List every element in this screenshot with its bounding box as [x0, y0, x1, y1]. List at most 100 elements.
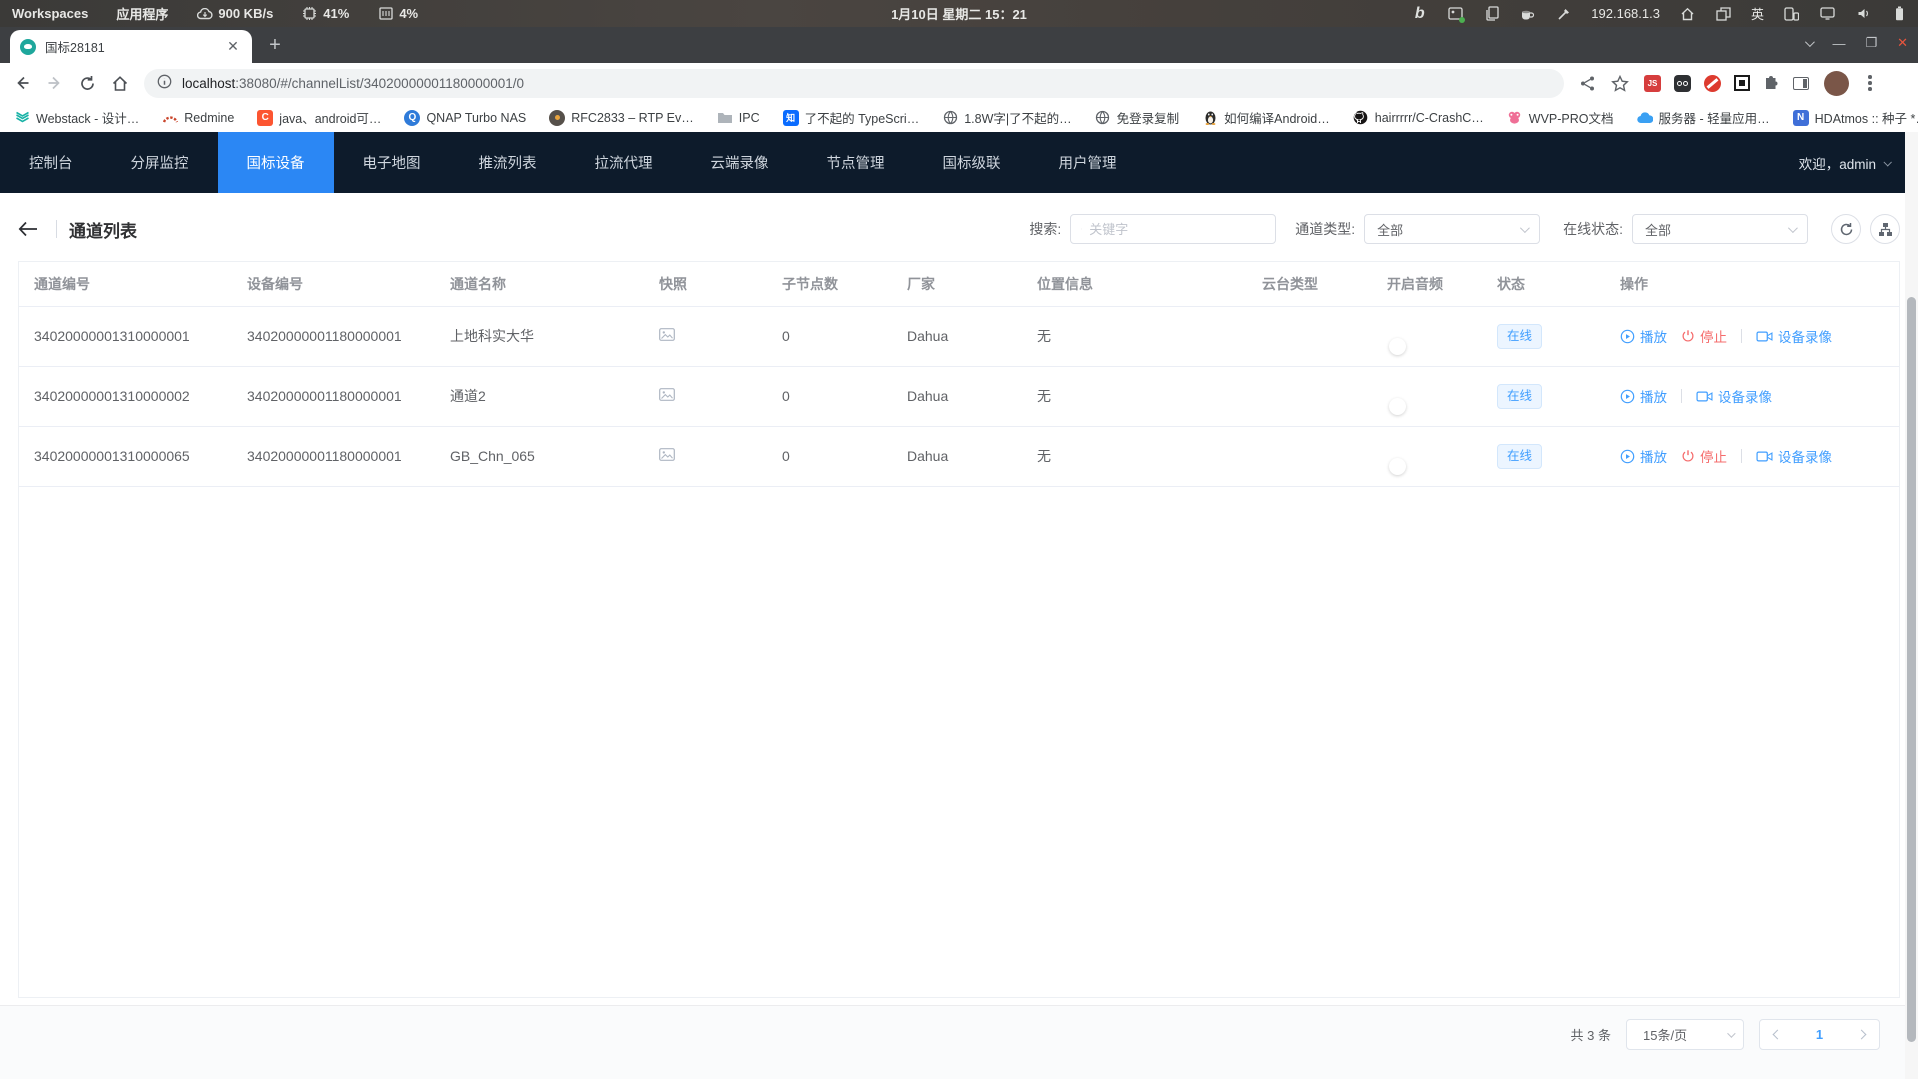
- bookmark-webstack[interactable]: Webstack - 设计…: [14, 108, 139, 127]
- bookmark-ipc[interactable]: IPC: [717, 110, 760, 126]
- coffee-cup-icon[interactable]: [1519, 5, 1536, 22]
- share-icon[interactable]: [1579, 75, 1596, 92]
- tab-title: 国标28181: [45, 37, 215, 56]
- tree-view-button[interactable]: [1870, 214, 1900, 244]
- window-minimize-button[interactable]: —: [1832, 36, 1845, 51]
- nav-item-map[interactable]: 电子地图: [334, 132, 450, 193]
- snapshot-image-icon[interactable]: [659, 328, 675, 344]
- nav-item-console[interactable]: 控制台: [0, 132, 102, 193]
- tab-search-icon[interactable]: [1805, 37, 1815, 47]
- online-status-select[interactable]: 全部: [1632, 214, 1808, 244]
- input-method-indicator[interactable]: 英: [1751, 4, 1764, 23]
- cell-ptz-type: [1247, 366, 1372, 426]
- bookmark-csdn[interactable]: Cjava、android可…: [257, 108, 381, 127]
- side-panel-icon[interactable]: [1793, 77, 1809, 90]
- bookmark-article1[interactable]: 1.8W字|了不起的…: [942, 108, 1071, 127]
- cell-manufacturer: Dahua: [892, 366, 1022, 426]
- nav-item-gb-device[interactable]: 国标设备: [218, 132, 334, 193]
- home-icon[interactable]: [1679, 5, 1696, 22]
- tool-icon[interactable]: [1555, 5, 1572, 22]
- tab-favicon-icon: [20, 39, 36, 55]
- nav-item-push-list[interactable]: 推流列表: [450, 132, 566, 193]
- snapshot-image-icon[interactable]: [659, 388, 675, 404]
- stop-button[interactable]: 停止: [1681, 326, 1727, 346]
- js-extension-icon[interactable]: JS: [1644, 75, 1661, 92]
- forward-button[interactable]: [46, 74, 64, 92]
- device-record-button[interactable]: 设备录像: [1756, 446, 1832, 466]
- url-bar[interactable]: localhost:38080/#/channelList/3402000000…: [144, 69, 1564, 98]
- nav-item-cloud-record[interactable]: 云端录像: [682, 132, 798, 193]
- bing-icon[interactable]: b: [1411, 5, 1428, 22]
- play-button[interactable]: 播放: [1620, 326, 1667, 346]
- volume-icon[interactable]: [1855, 5, 1872, 22]
- status-badge: 在线: [1497, 324, 1542, 349]
- snapshot-image-icon[interactable]: [659, 448, 675, 464]
- bookmark-zhihu[interactable]: 知了不起的 TypeScri…: [783, 108, 920, 127]
- reload-button[interactable]: [79, 75, 96, 92]
- window-switcher-icon[interactable]: [1715, 5, 1732, 22]
- back-button[interactable]: [13, 74, 31, 92]
- qr-extension-icon[interactable]: [1734, 75, 1750, 91]
- search-input-wrapper[interactable]: [1070, 214, 1276, 244]
- extensions-puzzle-icon[interactable]: [1763, 75, 1780, 92]
- bookmark-hdatmos[interactable]: NHDAtmos :: 种子 *…: [1793, 108, 1918, 127]
- applications-button[interactable]: 应用程序: [116, 4, 168, 23]
- bookmark-copyfree[interactable]: 免登录复制: [1095, 108, 1180, 127]
- profile-avatar[interactable]: [1824, 71, 1849, 96]
- adblock-extension-icon[interactable]: [1704, 75, 1721, 92]
- bookmark-redmine[interactable]: Redmine: [162, 110, 234, 126]
- bookmark-github[interactable]: hairrrrr/C-CrashC…: [1353, 110, 1484, 126]
- window-restore-button[interactable]: ❐: [1865, 35, 1877, 51]
- scrollbar-thumb[interactable]: [1907, 297, 1916, 1042]
- nav-item-node-manage[interactable]: 节点管理: [798, 132, 914, 193]
- cell-manufacturer: Dahua: [892, 306, 1022, 366]
- clipboard-icon[interactable]: [1483, 5, 1500, 22]
- display-icon[interactable]: [1819, 5, 1836, 22]
- bookmark-qnap[interactable]: QQNAP Turbo NAS: [404, 110, 526, 126]
- nav-item-user-manage[interactable]: 用户管理: [1030, 132, 1146, 193]
- scrollbar-track[interactable]: [1905, 132, 1918, 1079]
- browser-tab[interactable]: 国标28181 ✕: [10, 30, 252, 63]
- user-menu[interactable]: 欢迎，admin: [1799, 132, 1918, 193]
- play-button[interactable]: 播放: [1620, 446, 1667, 466]
- device-record-button[interactable]: 设备录像: [1756, 326, 1832, 346]
- play-button[interactable]: 播放: [1620, 386, 1667, 406]
- window-close-button[interactable]: ✕: [1897, 35, 1908, 51]
- stop-button[interactable]: 停止: [1681, 446, 1727, 466]
- back-arrow-button[interactable]: [18, 221, 54, 237]
- battery-icon[interactable]: [1891, 5, 1908, 22]
- ip-address[interactable]: 192.168.1.3: [1591, 6, 1660, 21]
- channel-table: 通道编号 设备编号 通道名称 快照 子节点数 厂家 位置信息 云台类型 开启音频…: [19, 262, 1899, 487]
- workspaces-button[interactable]: Workspaces: [12, 6, 88, 21]
- next-page-button[interactable]: [1857, 1030, 1867, 1040]
- reader-extension-icon[interactable]: [1674, 75, 1691, 92]
- phone-link-icon[interactable]: [1783, 5, 1800, 22]
- new-tab-button[interactable]: +: [262, 34, 288, 57]
- tab-close-icon[interactable]: ✕: [224, 38, 242, 56]
- device-record-button[interactable]: 设备录像: [1696, 386, 1772, 406]
- clock[interactable]: 1月10日 星期二 15：21: [891, 4, 1027, 23]
- site-info-icon[interactable]: [157, 74, 172, 92]
- browser-menu-icon[interactable]: [1864, 75, 1876, 91]
- bookmark-star-icon[interactable]: [1611, 75, 1629, 92]
- bookmark-wvp-doc[interactable]: WVP-PRO文档: [1507, 108, 1614, 127]
- nav-item-gb-cascade[interactable]: 国标级联: [914, 132, 1030, 193]
- cell-channel-name: GB_Chn_065: [435, 426, 644, 486]
- table-row: 34020000001310000002 3402000000118000000…: [19, 366, 1899, 426]
- screen: Workspaces 应用程序 900 KB/s 41% 4% 1月10日 星期…: [0, 0, 1918, 1079]
- nav-item-split-monitor[interactable]: 分屏监控: [102, 132, 218, 193]
- bookmark-rfc[interactable]: RFC2833 – RTP Ev…: [549, 110, 694, 126]
- current-page[interactable]: 1: [1816, 1027, 1823, 1042]
- nav-item-pull-proxy[interactable]: 拉流代理: [566, 132, 682, 193]
- page-size-select[interactable]: 15条/页: [1626, 1019, 1744, 1050]
- bookmark-tencent-cloud[interactable]: 服务器 - 轻量应用…: [1637, 108, 1770, 127]
- bookmark-android-build[interactable]: 如何编译Android…: [1202, 108, 1330, 127]
- home-button[interactable]: [111, 75, 129, 92]
- refresh-button[interactable]: [1831, 214, 1861, 244]
- screenshot-icon[interactable]: [1447, 5, 1464, 22]
- pagination: 共 3 条 15条/页 1: [0, 1006, 1918, 1050]
- channel-type-select[interactable]: 全部: [1364, 214, 1540, 244]
- prev-page-button[interactable]: [1773, 1030, 1783, 1040]
- search-input[interactable]: [1089, 222, 1265, 237]
- video-camera-icon: [1696, 390, 1713, 403]
